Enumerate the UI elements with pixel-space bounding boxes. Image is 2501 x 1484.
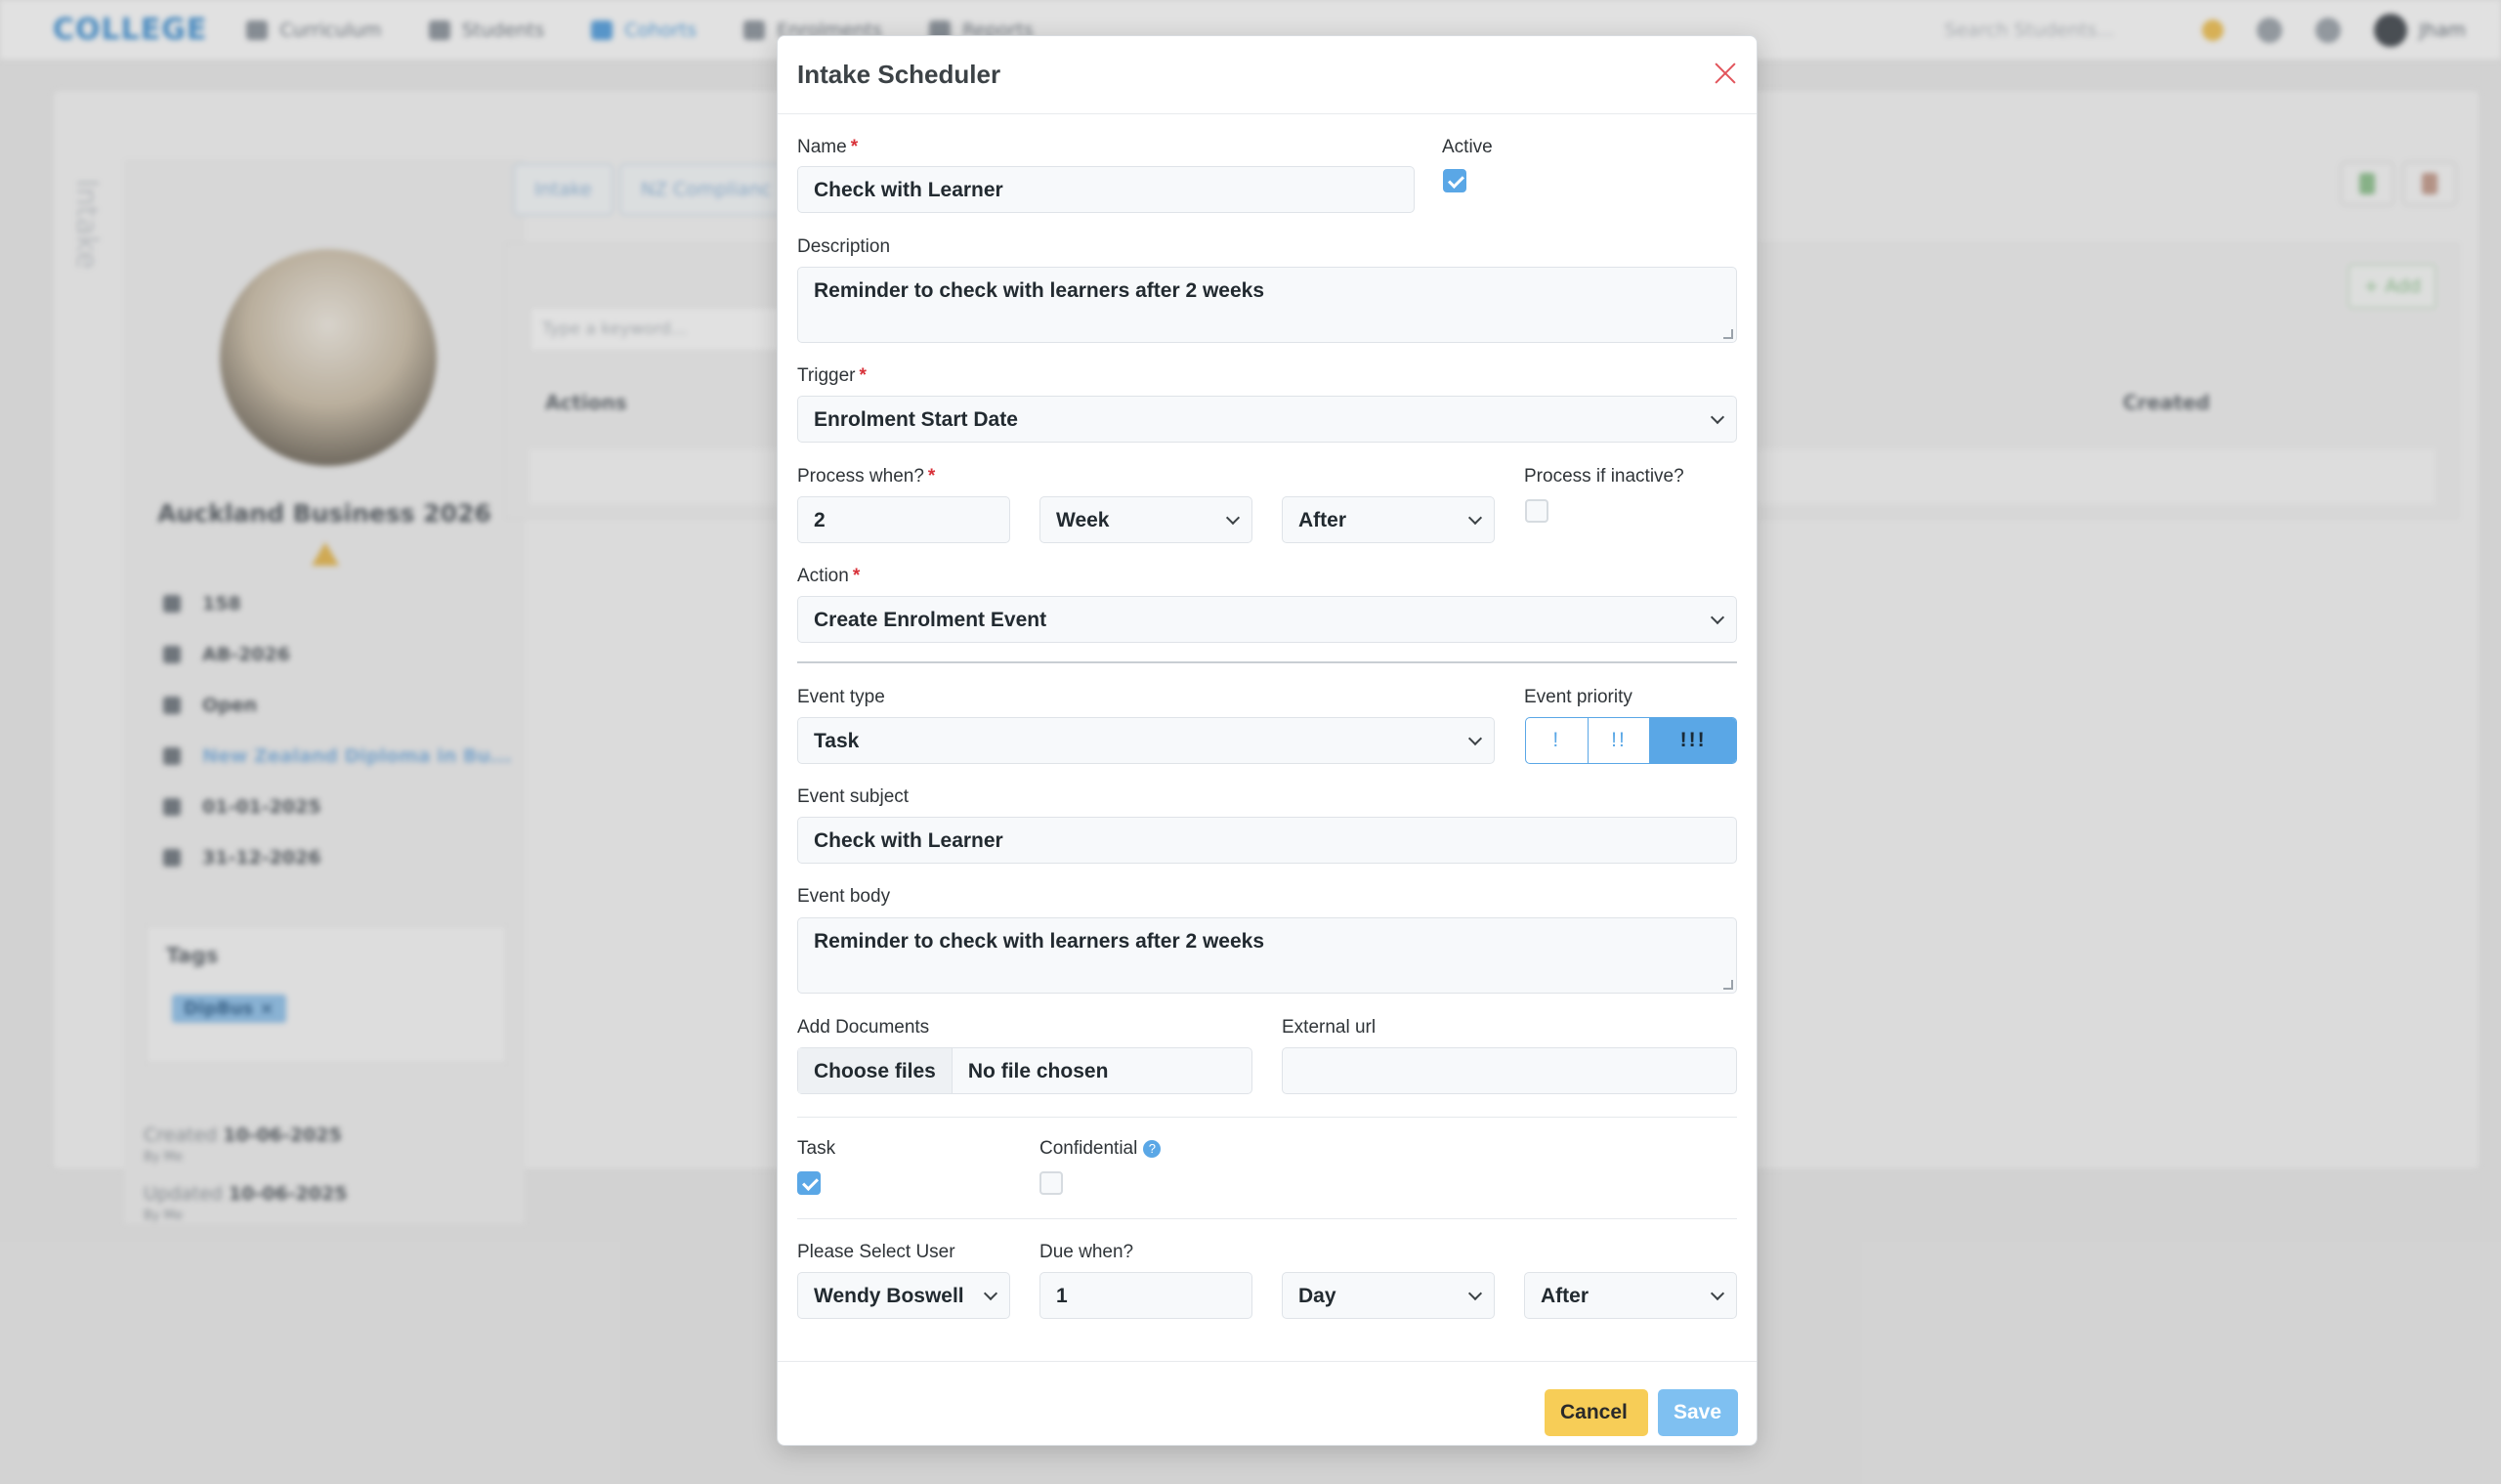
active-label: Active	[1442, 137, 1493, 157]
event-body-label: Event body	[797, 886, 891, 907]
due-direction-select[interactable]: After	[1524, 1272, 1737, 1319]
task-label: Task	[797, 1138, 836, 1159]
confidential-checkbox[interactable]	[1039, 1171, 1063, 1195]
process-unit-select[interactable]: Week	[1039, 496, 1252, 543]
required-marker: *	[927, 466, 936, 487]
intake-scheduler-modal: Intake Scheduler Name * Check with Learne…	[777, 35, 1758, 1446]
file-status: No file chosen	[967, 1060, 1109, 1082]
event-type-label: Event type	[797, 687, 885, 707]
required-marker: *	[852, 566, 861, 586]
name-label: Name *	[797, 137, 859, 157]
external-url-label: External url	[1282, 1017, 1377, 1038]
due-unit-select[interactable]: Day	[1282, 1272, 1495, 1319]
choose-files-button[interactable]: Choose files	[798, 1048, 953, 1093]
required-marker: *	[859, 365, 867, 386]
event-body-textarea[interactable]: Reminder to check with learners after 2 …	[797, 917, 1737, 994]
help-icon[interactable]: ?	[1143, 1140, 1162, 1158]
file-input[interactable]: Choose files No file chosen	[797, 1047, 1252, 1094]
description-textarea[interactable]: Reminder to check with learners after 2 …	[797, 267, 1737, 343]
task-checkbox[interactable]	[797, 1171, 821, 1195]
confidential-label: Confidential?	[1039, 1138, 1162, 1160]
process-inactive-checkbox[interactable]	[1525, 499, 1548, 523]
due-when-label: Due when?	[1039, 1242, 1134, 1262]
event-type-select[interactable]: Task	[797, 717, 1495, 764]
trigger-select[interactable]: Enrolment Start Date	[797, 396, 1737, 443]
chevron-down-icon	[1710, 1286, 1725, 1301]
select-user-label: Please Select User	[797, 1242, 955, 1262]
required-marker: *	[850, 137, 859, 157]
process-direction-select[interactable]: After	[1282, 496, 1495, 543]
action-label: Action *	[797, 566, 861, 586]
priority-medium-button[interactable]: !!	[1589, 718, 1651, 763]
trigger-label: Trigger *	[797, 365, 867, 386]
chevron-down-icon	[1467, 731, 1483, 746]
chevron-down-icon	[1710, 610, 1725, 625]
due-amount-input[interactable]: 1	[1039, 1272, 1252, 1319]
chevron-down-icon	[1467, 510, 1483, 526]
modal-title: Intake Scheduler	[797, 60, 1001, 89]
process-amount-input[interactable]: 2	[797, 496, 1010, 543]
save-button[interactable]: Save	[1658, 1389, 1738, 1436]
description-label: Description	[797, 236, 891, 257]
user-select[interactable]: Wendy Boswell	[797, 1272, 1010, 1319]
event-priority-group: ! !! !!!	[1525, 717, 1737, 764]
process-inactive-label: Process if inactive?	[1524, 466, 1684, 487]
chevron-down-icon	[1225, 510, 1241, 526]
section-divider	[797, 661, 1737, 663]
modal-footer: Cancel Save	[778, 1361, 1757, 1447]
modal-header: Intake Scheduler	[778, 36, 1757, 114]
priority-high-button[interactable]: !!!	[1650, 718, 1736, 763]
event-subject-input[interactable]: Check with Learner	[797, 817, 1737, 864]
priority-low-button[interactable]: !	[1526, 718, 1589, 763]
close-icon[interactable]	[1710, 58, 1741, 89]
process-when-label: Process when? *	[797, 466, 936, 487]
add-documents-label: Add Documents	[797, 1017, 930, 1038]
section-divider	[797, 1218, 1737, 1219]
chevron-down-icon	[1467, 1286, 1483, 1301]
active-checkbox[interactable]	[1443, 169, 1466, 192]
event-subject-label: Event subject	[797, 786, 910, 807]
name-input[interactable]: Check with Learner	[797, 166, 1415, 213]
external-url-input[interactable]	[1282, 1047, 1737, 1094]
chevron-down-icon	[983, 1286, 998, 1301]
section-divider	[797, 1117, 1737, 1118]
cancel-button[interactable]: Cancel	[1545, 1389, 1648, 1436]
chevron-down-icon	[1710, 409, 1725, 425]
action-select[interactable]: Create Enrolment Event	[797, 596, 1737, 643]
event-priority-label: Event priority	[1524, 687, 1632, 707]
